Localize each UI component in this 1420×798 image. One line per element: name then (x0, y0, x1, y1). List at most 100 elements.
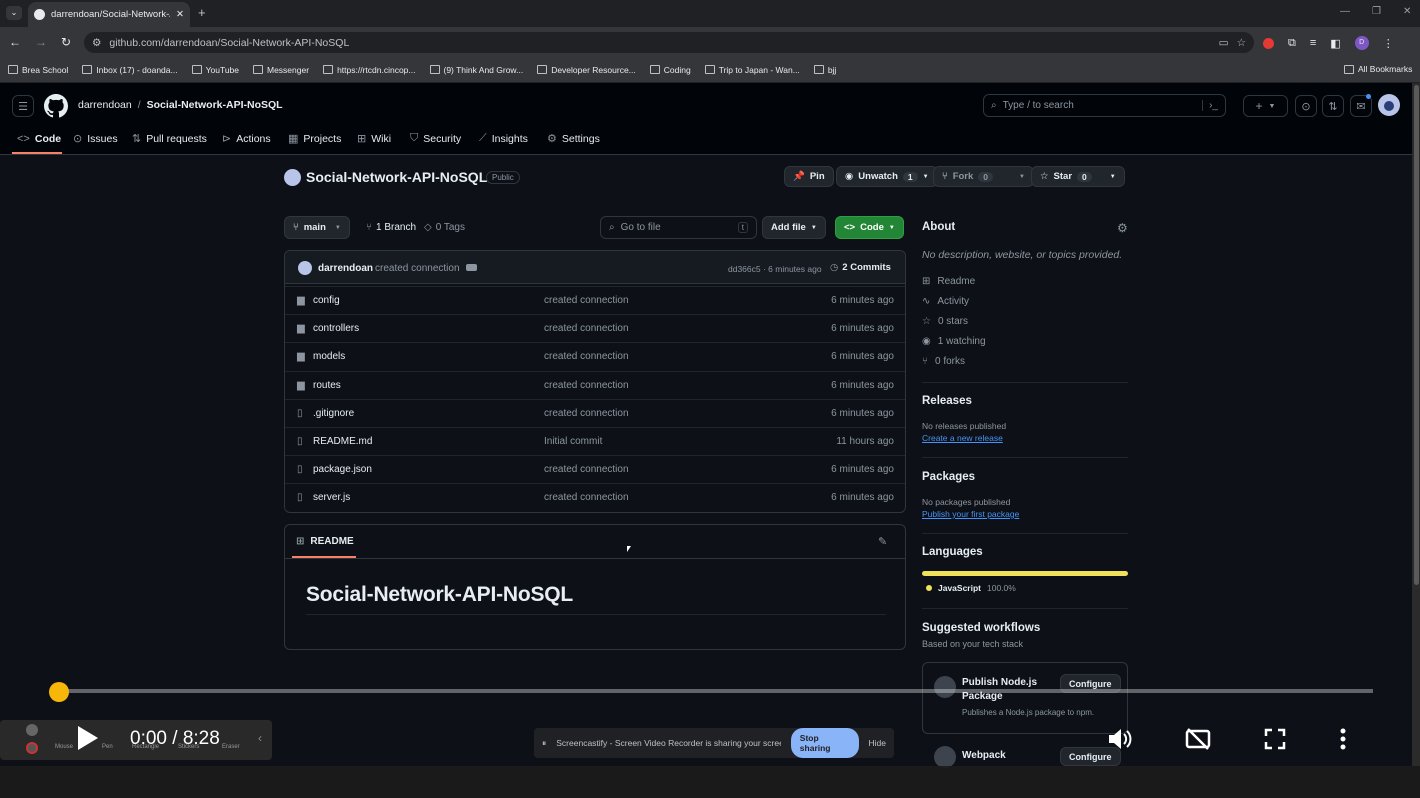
bookmark-star-icon[interactable]: ☆ (1237, 37, 1246, 49)
file-commit-message[interactable]: created connection (544, 380, 629, 391)
video-scrubber-knob[interactable] (49, 682, 69, 702)
releases-title[interactable]: Releases (922, 395, 972, 407)
file-name[interactable]: routes (313, 380, 341, 391)
play-icon[interactable] (76, 724, 100, 752)
file-row[interactable]: ▯ README.md Initial commit 11 hours ago (285, 427, 905, 455)
commit-ellipsis-icon[interactable] (466, 264, 477, 271)
search-input[interactable]: ⌕ Type / to search ›_ (983, 94, 1226, 117)
file-row[interactable]: ▆ models created connection 6 minutes ago (285, 342, 905, 370)
commit-hash-time[interactable]: dd366c5 · 6 minutes ago (728, 264, 822, 274)
cast-icon[interactable]: ▭ (1219, 37, 1229, 49)
tab-code[interactable]: <> Code (17, 126, 61, 151)
file-commit-message[interactable]: created connection (544, 464, 629, 475)
bookmark-item[interactable]: Developer Resource... (537, 65, 636, 75)
issues-icon[interactable]: ⊙ (1295, 95, 1317, 117)
tags-link[interactable]: ◇ 0 Tags (424, 222, 465, 233)
file-commit-message[interactable]: created connection (544, 351, 629, 362)
tool-pen[interactable]: Pen (102, 744, 113, 750)
add-file-button[interactable]: Add file ▼ (762, 216, 826, 239)
page-scrollbar[interactable] (1412, 83, 1420, 766)
file-name[interactable]: package.json (313, 464, 372, 475)
branch-select[interactable]: ⑂ main ▼ (284, 216, 350, 239)
activity-link[interactable]: ∿ Activity (922, 296, 969, 307)
readme-link[interactable]: ⊞ Readme (922, 276, 975, 287)
new-tab-icon[interactable]: + (198, 5, 206, 20)
repo-title[interactable]: Social-Network-API-NoSQL (306, 169, 487, 185)
file-row[interactable]: ▆ routes created connection 6 minutes ago (285, 370, 905, 399)
forward-icon[interactable]: → (35, 35, 47, 49)
stars-link[interactable]: ☆ 0 stars (922, 316, 968, 327)
stop-recording-icon[interactable] (26, 742, 38, 754)
branches-link[interactable]: ⑂ 1 Branch (366, 222, 416, 233)
chrome-menu-icon[interactable]: ⋮ (1383, 37, 1394, 50)
file-commit-message[interactable]: created connection (544, 492, 629, 503)
file-row[interactable]: ▯ .gitignore created connection 6 minutes a… (285, 398, 905, 427)
file-row[interactable]: ▯ package.json created connection 6 minutes… (285, 455, 905, 483)
site-info-icon[interactable]: ⚙ (92, 37, 101, 49)
create-release-link[interactable]: Create a new release (922, 433, 1003, 443)
drag-handle-icon[interactable]: ⏸ (542, 738, 546, 749)
extensions-icon[interactable]: ⧉ (1288, 37, 1296, 50)
more-options-icon[interactable] (1336, 727, 1350, 751)
watching-link[interactable]: ◉ 1 watching (922, 336, 986, 347)
media-icon[interactable]: ≡ (1310, 37, 1316, 49)
commits-link[interactable]: ◷ 2 Commits (830, 262, 891, 273)
captions-off-icon[interactable] (1185, 726, 1211, 752)
tool-mouse[interactable]: Mouse (55, 744, 73, 750)
file-name[interactable]: README.md (313, 436, 372, 447)
user-avatar[interactable] (1378, 94, 1400, 116)
volume-icon[interactable] (1106, 726, 1134, 752)
close-tab-icon[interactable]: ✕ (176, 9, 184, 20)
hide-button[interactable]: Hide (869, 738, 886, 748)
tab-actions[interactable]: ⊳ Actions (222, 126, 271, 151)
owner-link[interactable]: darrendoan (78, 99, 132, 111)
tab-security[interactable]: ⛉ Security (410, 126, 461, 151)
language-item[interactable]: JavaScript 100.0% (926, 583, 1016, 593)
sidepanel-icon[interactable]: ◧ (1330, 37, 1340, 50)
hamburger-menu-icon[interactable]: ☰ (12, 95, 34, 117)
minimize-icon[interactable]: — (1340, 6, 1350, 17)
fork-button[interactable]: ⑂ Fork 0 ▼ (933, 166, 1034, 187)
readme-tab[interactable]: ⊞ README (296, 536, 354, 547)
close-window-icon[interactable]: ✕ (1403, 6, 1411, 17)
tab-settings[interactable]: ⚙ Settings (547, 126, 600, 151)
address-bar[interactable]: ⚙ github.com/darrendoan/Social-Network-A… (84, 32, 1254, 53)
browser-tab[interactable]: darrendoan/Social-Network-AP ✕ (28, 2, 190, 27)
repo-link[interactable]: Social-Network-API-NoSQL (147, 99, 283, 111)
commit-message[interactable]: created connection (375, 263, 460, 274)
file-row[interactable]: ▆ config created connection 6 minutes ago (285, 286, 905, 314)
tab-issues[interactable]: ⊙ Issues (73, 126, 118, 151)
tool-eraser[interactable]: Eraser (222, 744, 240, 750)
forks-link[interactable]: ⑂ 0 forks (922, 356, 965, 367)
commit-author[interactable]: darrendoan (318, 263, 373, 274)
file-row[interactable]: ▯ server.js created connection 6 minutes ag… (285, 483, 905, 511)
bookmark-item[interactable]: Coding (649, 65, 691, 75)
tab-insights[interactable]: ⟋ Insights (479, 126, 528, 151)
edit-pencil-icon[interactable]: ✎ (878, 535, 887, 548)
file-name[interactable]: .gitignore (313, 408, 354, 419)
star-button[interactable]: ☆ Star 0 ▼ (1031, 166, 1125, 187)
tab-search-button[interactable]: ⌄ (6, 6, 22, 20)
extension-red-icon[interactable] (1263, 37, 1274, 49)
restore-icon[interactable]: ❐ (1372, 6, 1381, 17)
file-name[interactable]: controllers (313, 323, 359, 334)
file-commit-message[interactable]: created connection (544, 408, 629, 419)
command-palette-icon[interactable]: ›_ (1202, 100, 1218, 111)
file-name[interactable]: models (313, 351, 345, 362)
tab-projects[interactable]: ▦ Projects (288, 126, 341, 151)
profile-avatar[interactable]: D (1354, 36, 1369, 50)
bookmark-item[interactable]: Trip to Japan - Wan... (704, 65, 800, 75)
bookmark-item[interactable]: (9) Think And Grow... (429, 65, 523, 75)
bookmark-item[interactable]: https://rtcdn.cincop... (323, 65, 416, 75)
bookmark-item[interactable]: Brea School (8, 65, 68, 75)
tab-pull-requests[interactable]: ⇅ Pull requests (132, 126, 207, 151)
code-button[interactable]: <> Code ▼ (835, 216, 904, 239)
file-name[interactable]: server.js (313, 492, 350, 503)
scrollbar-thumb[interactable] (1413, 85, 1419, 585)
back-icon[interactable]: ← (9, 35, 21, 49)
file-name[interactable]: config (313, 295, 340, 306)
packages-title[interactable]: Packages (922, 471, 975, 483)
file-commit-message[interactable]: created connection (544, 323, 629, 334)
pin-button[interactable]: 📌 Pin (784, 166, 834, 187)
tab-wiki[interactable]: ⊞ Wiki (357, 126, 391, 151)
